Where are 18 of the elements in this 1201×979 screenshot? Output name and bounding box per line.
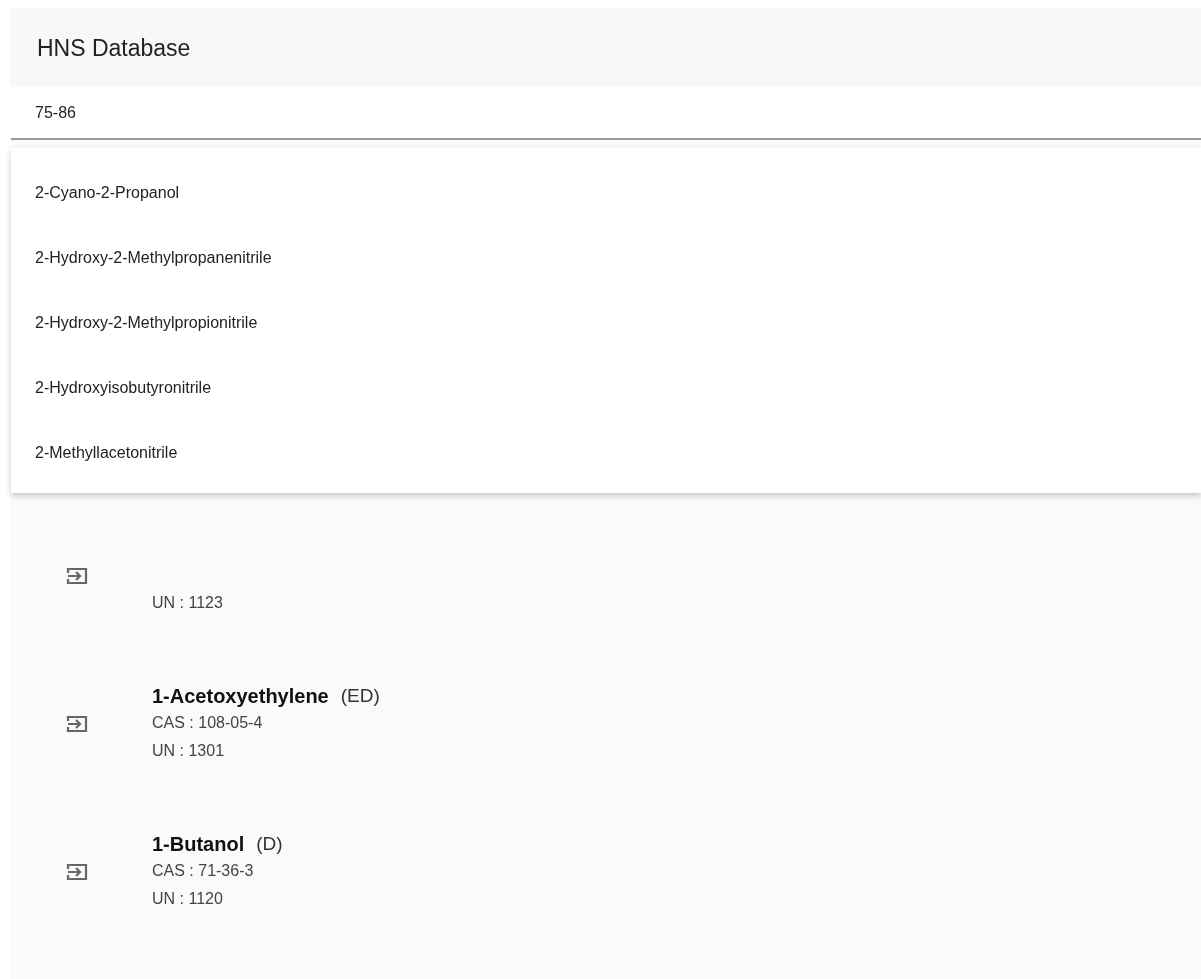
substance-code: (D) (256, 833, 283, 855)
substance-name[interactable]: 1-Butanol (152, 832, 245, 856)
un-number: UN : 1120 (152, 890, 223, 908)
substance-name[interactable]: 1-Acetoxyethylene (152, 684, 329, 708)
suggestion-item[interactable]: 2-Methyllacetonitrile (11, 420, 1201, 485)
input-icon[interactable] (66, 714, 90, 734)
suggestion-item[interactable]: 2-Hydroxy-2-Methylpropionitrile (11, 290, 1201, 355)
cas-number: CAS : 108-05-4 (152, 714, 263, 732)
suggestion-item[interactable]: 2-Hydroxy-2-Methylpropanenitrile (11, 225, 1201, 290)
un-number: UN : 1123 (152, 594, 223, 612)
un-number: UN : 1301 (152, 742, 225, 760)
suggestion-item[interactable]: 2-Hydroxyisobutyronitrile (11, 355, 1201, 420)
input-icon[interactable] (66, 566, 90, 586)
substance-code: (ED) (340, 685, 380, 707)
app-title: HNS Database (37, 35, 191, 63)
input-icon[interactable] (66, 862, 90, 882)
suggestion-item[interactable]: 2-Cyano-2-Propanol (11, 160, 1201, 225)
cas-number: CAS : 71-36-3 (152, 862, 254, 880)
